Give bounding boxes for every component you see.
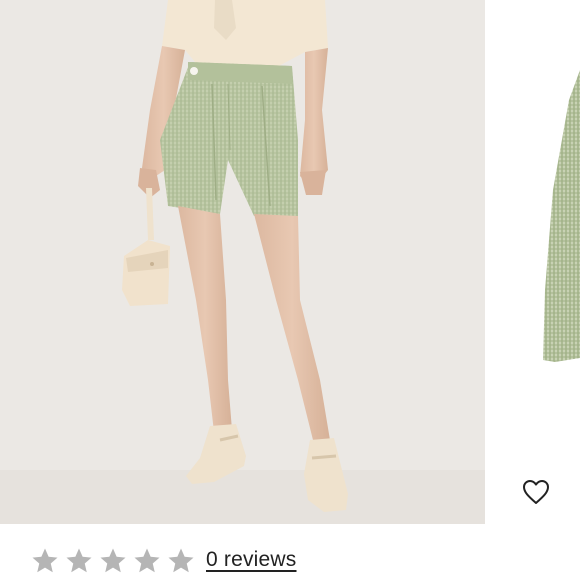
star-rating	[30, 546, 196, 576]
product-image-main[interactable]	[0, 0, 485, 524]
product-detail-photo	[485, 0, 580, 524]
star-icon	[168, 548, 194, 573]
product-image-carousel[interactable]	[0, 0, 580, 524]
model-photo	[0, 0, 485, 524]
star-icon	[32, 548, 58, 573]
favorite-button[interactable]	[518, 474, 554, 510]
reviews-link[interactable]: 0 reviews	[206, 548, 297, 572]
star-icon	[100, 548, 126, 573]
heart-outline-icon	[523, 480, 549, 504]
product-image-next[interactable]	[485, 0, 580, 524]
star-icon	[66, 548, 92, 573]
star-icon	[134, 548, 160, 573]
